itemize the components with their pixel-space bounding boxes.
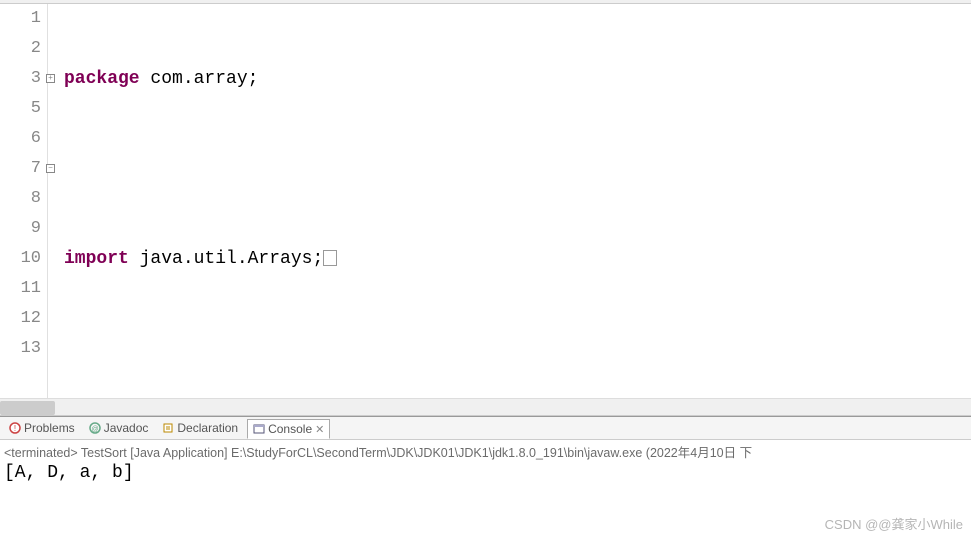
scrollbar-thumb[interactable]: [0, 401, 55, 415]
line-number: 3: [31, 69, 41, 88]
console-panel: <terminated> TestSort [Java Application]…: [0, 440, 971, 485]
line-number: 1: [31, 9, 41, 28]
code-line: [64, 334, 971, 364]
watermark: CSDN @@龚家小While: [825, 514, 963, 533]
svg-text:@: @: [91, 426, 98, 433]
line-number: 10: [21, 249, 41, 268]
svg-text:!: !: [14, 424, 16, 433]
javadoc-icon: @: [89, 422, 101, 434]
tab-label: Javadoc: [104, 421, 149, 435]
line-number: 12: [21, 309, 41, 328]
horizontal-scrollbar[interactable]: [0, 398, 971, 416]
tab-label: Problems: [24, 421, 75, 435]
line-number: 9: [31, 219, 41, 238]
close-icon[interactable]: ✕: [315, 423, 324, 436]
line-gutter: 1 2 !3+ 5 6 7− 8 9 10 11 12 13: [0, 4, 48, 398]
tab-javadoc[interactable]: @ Javadoc: [84, 419, 154, 437]
line-number: 6: [31, 129, 41, 148]
tab-declaration[interactable]: Declaration: [157, 419, 243, 437]
fold-icon[interactable]: +: [46, 74, 55, 83]
line-number: 5: [31, 99, 41, 118]
declaration-icon: [162, 422, 174, 434]
console-icon: [253, 423, 265, 435]
console-output[interactable]: [A, D, a, b]: [4, 461, 967, 483]
problems-icon: !: [9, 422, 21, 434]
code-line: import java.util.Arrays;: [64, 244, 971, 274]
collapsed-import-icon[interactable]: [323, 250, 337, 266]
tab-problems[interactable]: ! Problems: [4, 419, 80, 437]
code-line: package com.array;: [64, 64, 971, 94]
fold-icon[interactable]: −: [46, 164, 55, 173]
line-number: 8: [31, 189, 41, 208]
code-editor[interactable]: 1 2 !3+ 5 6 7− 8 9 10 11 12 13 package c…: [0, 4, 971, 398]
console-status: <terminated> TestSort [Java Application]…: [4, 442, 967, 461]
tab-label: Declaration: [177, 421, 238, 435]
line-number: 2: [31, 39, 41, 58]
line-number: 13: [21, 339, 41, 358]
code-content[interactable]: package com.array; import java.util.Arra…: [48, 4, 971, 398]
bottom-panel-tabs: ! Problems @ Javadoc Declaration Console…: [0, 416, 971, 440]
line-number: 7: [31, 159, 41, 178]
tab-label: Console: [268, 422, 312, 436]
tab-console[interactable]: Console ✕: [247, 419, 330, 439]
code-line: [64, 154, 971, 184]
line-number: 11: [21, 279, 41, 298]
